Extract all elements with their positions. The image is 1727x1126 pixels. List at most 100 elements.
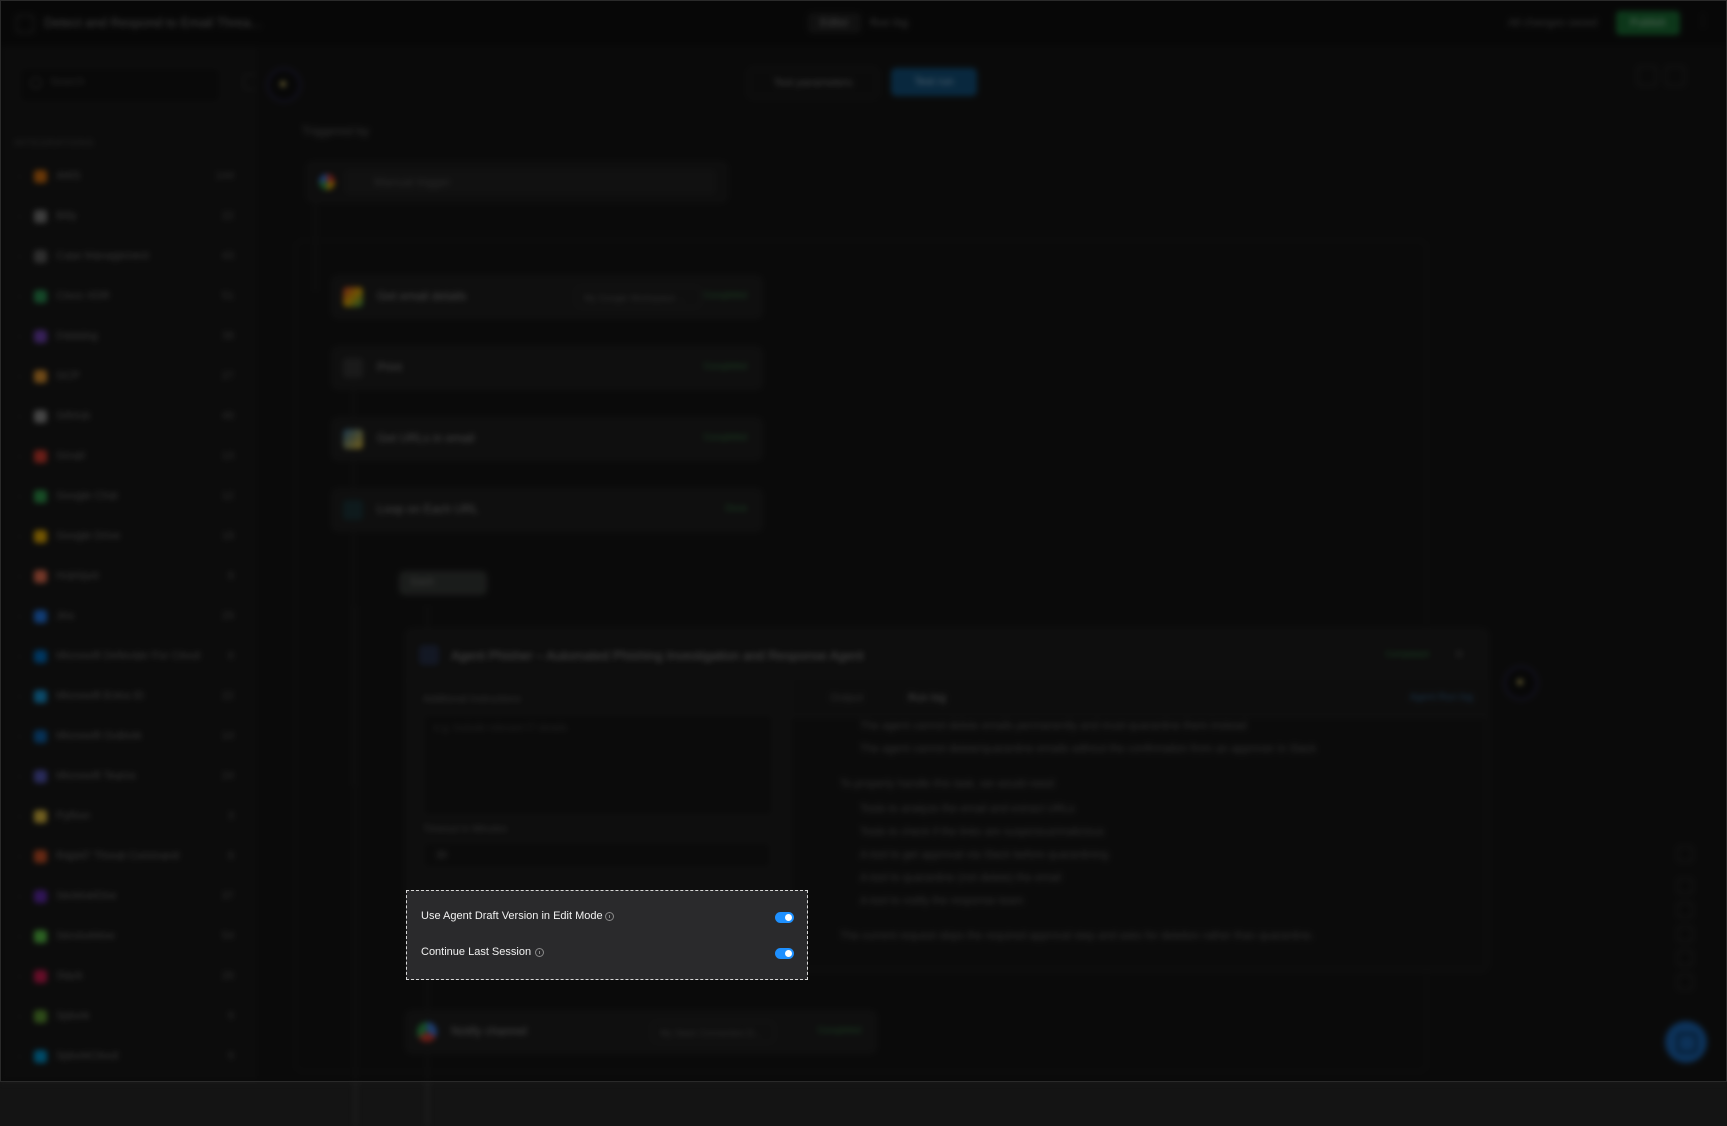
sidebar-item[interactable]: › Microsoft Outlook 14: [14, 726, 234, 748]
test-run-button[interactable]: Test run: [891, 68, 977, 96]
integration-icon: [34, 570, 47, 583]
chevron-right-icon: ›: [18, 251, 21, 261]
step-get-email-details[interactable]: Get email details My Google Workspace ..…: [332, 276, 762, 318]
sidebar-item[interactable]: › Datadog 38: [14, 326, 234, 348]
sidebar-item[interactable]: › HubSpot 8: [14, 566, 234, 588]
zoom-out-icon[interactable]: [1677, 902, 1693, 918]
step-name: Print: [377, 360, 402, 374]
sidebar-item[interactable]: › Microsoft Defender For Cloud 6: [14, 646, 234, 668]
info-icon[interactable]: [605, 912, 614, 921]
workflow-title: Detect and Respond to Email Threa...: [44, 15, 262, 30]
expand-icon[interactable]: [1665, 66, 1685, 86]
close-icon[interactable]: ✕: [1453, 646, 1465, 663]
sidebar-item[interactable]: › SplunkCloud 9: [14, 1046, 234, 1068]
sidebar-item[interactable]: › Gmail 13: [14, 446, 234, 468]
timeout-select[interactable]: 30: [423, 842, 771, 868]
integration-icon: [34, 850, 47, 863]
sidebar-item-count: 26: [221, 970, 234, 982]
help-icon[interactable]: [1677, 974, 1693, 990]
zoom-in-icon[interactable]: [1677, 878, 1693, 894]
fit-view-icon[interactable]: [1677, 926, 1693, 942]
continue-session-toggle[interactable]: [775, 948, 794, 959]
step-print[interactable]: Print Completed: [332, 347, 762, 389]
chevron-right-icon: ›: [18, 531, 21, 541]
sidebar-item-label: Python: [56, 810, 91, 822]
sidebar-item-label: Rapid7 Threat Command: [56, 850, 180, 862]
agent-avatar-icon[interactable]: [1504, 666, 1538, 700]
sidebar-item[interactable]: › Jira 29: [14, 606, 234, 628]
test-parameters-button[interactable]: Test parameters: [748, 68, 878, 98]
sidebar-item[interactable]: › Slack 26: [14, 966, 234, 988]
integration-icon: [34, 250, 47, 263]
agent-run-log-link[interactable]: Agent Run log: [1410, 692, 1473, 703]
sidebar-item[interactable]: › Case Management 43: [14, 246, 234, 268]
integration-icon: [34, 170, 47, 183]
sidebar-item[interactable]: › GitHub 46: [14, 406, 234, 428]
chevron-right-icon: ›: [18, 571, 21, 581]
step-name: Get URLs in email: [377, 431, 475, 445]
instructions-placeholder: e.g. Include relevant IT details: [434, 723, 568, 734]
chevron-right-icon: ›: [18, 451, 21, 461]
sidebar-item-count: 9: [227, 1010, 234, 1022]
sidebar-item[interactable]: › AWS 144: [14, 166, 234, 188]
step-loop[interactable]: Loop on Each URL Done: [332, 489, 762, 531]
more-icon[interactable]: ⋮: [1696, 12, 1710, 32]
sidebar-item[interactable]: › Bitly 22: [14, 206, 234, 228]
sidebar-item[interactable]: › ServiceNow 54: [14, 926, 234, 948]
lock-icon[interactable]: [1677, 950, 1693, 966]
sidebar-item[interactable]: › Splunk 9: [14, 1006, 234, 1028]
grid-icon[interactable]: [1637, 66, 1657, 86]
use-draft-row: Use Agent Draft Version in Edit Mode: [407, 908, 807, 928]
use-draft-toggle[interactable]: [775, 912, 794, 923]
use-draft-label: Use Agent Draft Version in Edit Mode: [421, 910, 603, 922]
sidebar-item[interactable]: › Google Drive 18: [14, 526, 234, 548]
sidebar-item-count: 22: [221, 690, 234, 702]
sidebar-item[interactable]: › Cisco XDR 51: [14, 286, 234, 308]
instructions-textarea[interactable]: e.g. Include relevant IT details: [423, 714, 773, 816]
sidebar-item[interactable]: › Microsoft Teams 24: [14, 766, 234, 788]
sidebar-item-count: 29: [221, 610, 234, 622]
output-line: To properly handle this task, we would n…: [840, 778, 1057, 790]
status-badge: Completed: [703, 432, 747, 442]
step-get-urls[interactable]: Get URLs in email Completed: [332, 418, 762, 460]
sidebar-item-label: Splunk: [56, 1010, 90, 1022]
search-icon: [30, 77, 42, 89]
output-line: The agent cannot delete/quarantine email…: [860, 743, 1317, 755]
trigger-field[interactable]: Manual trigger: [344, 169, 716, 195]
sidebar-item-label: Cisco XDR: [56, 290, 110, 302]
sidebar-item[interactable]: › Microsoft Entra ID 22: [14, 686, 234, 708]
sidebar-item[interactable]: › Rapid7 Threat Command 8: [14, 846, 234, 868]
connection-select[interactable]: My Slack Connection D...: [651, 1021, 775, 1043]
sidebar-item[interactable]: › SentinelOne 37: [14, 886, 234, 908]
agent-output-panel: Output Run log Agent Run log The agent c…: [789, 680, 1487, 969]
chevron-right-icon: ›: [18, 891, 21, 901]
connection-select[interactable]: My Google Workspace ...: [575, 286, 701, 308]
tab-run-log[interactable]: Run log: [858, 13, 920, 33]
integration-icon: [34, 930, 47, 943]
chevron-right-icon: ›: [18, 1011, 21, 1021]
output-line: Tools to check if the links are suspicio…: [860, 826, 1104, 838]
publish-button[interactable]: Publish: [1616, 11, 1680, 35]
branch-tag[interactable]: Each: [399, 571, 487, 595]
trigger-step[interactable]: Manual trigger: [307, 162, 727, 202]
chevron-right-icon: ›: [18, 171, 21, 181]
sidebar-item-label: Jira: [56, 610, 74, 622]
tab-editor[interactable]: Editor: [808, 13, 861, 33]
integration-icon: [34, 890, 47, 903]
sidebar-item[interactable]: › Python 3: [14, 806, 234, 828]
integration-icon: [34, 650, 47, 663]
agent-avatar-icon[interactable]: [267, 68, 301, 102]
sidebar-item[interactable]: › Google Chat 12: [14, 486, 234, 508]
chevron-right-icon: ›: [18, 771, 21, 781]
integrations-sidebar: Search INTEGRATIONS › AWS 144 › Bitly 22 › Case…: [0, 46, 259, 1082]
integration-icon: [34, 1050, 47, 1063]
undo-icon[interactable]: [1677, 846, 1693, 862]
chat-icon[interactable]: [1665, 1021, 1707, 1063]
tab-run-log[interactable]: Run log: [908, 692, 946, 704]
tab-output[interactable]: Output: [830, 692, 863, 704]
step-notify-channel[interactable]: Notify channel My Slack Connection D... …: [406, 1011, 876, 1053]
menu-icon[interactable]: [16, 15, 34, 33]
sidebar-item[interactable]: › GCP 27: [14, 366, 234, 388]
info-icon[interactable]: [535, 948, 544, 957]
chevron-right-icon: ›: [18, 331, 21, 341]
